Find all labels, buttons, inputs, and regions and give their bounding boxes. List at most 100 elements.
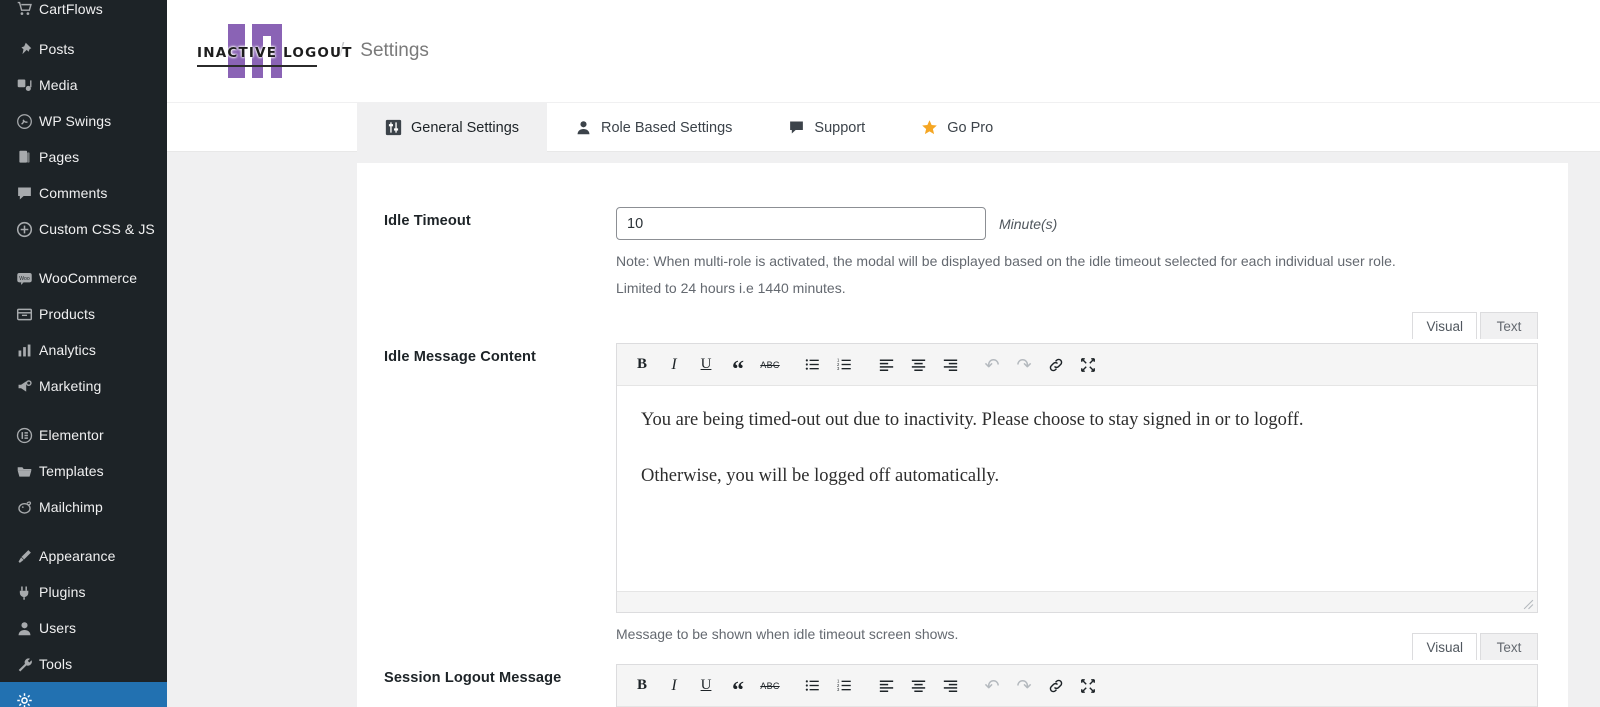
sidebar-item-analytics[interactable]: Analytics [0, 332, 167, 368]
sidebar-item-label: Mailchimp [39, 499, 103, 515]
redo-icon-glyph: ↷ [1016, 354, 1032, 375]
italic-icon-glyph: I [671, 676, 677, 694]
sidebar-item-users[interactable]: Users [0, 610, 167, 646]
mailchimp-icon [9, 499, 39, 516]
redo-icon[interactable]: ↷ [1009, 350, 1039, 380]
numbered-list-icon[interactable]: 123 [829, 350, 859, 380]
sidebar-item-custom-css-js[interactable]: Custom CSS & JS [0, 211, 167, 247]
bulleted-list-icon[interactable] [797, 671, 827, 701]
italic-icon[interactable]: I [659, 350, 689, 380]
sidebar-item-products[interactable]: Products [0, 296, 167, 332]
sidebar-item-comments[interactable]: Comments [0, 175, 167, 211]
align-right-icon[interactable] [935, 350, 965, 380]
tab-go-pro[interactable]: Go Pro [893, 103, 1021, 152]
numbered-list-icon[interactable]: 123 [829, 671, 859, 701]
idle-message-editor-content[interactable]: You are being timed-out out due to inact… [617, 386, 1537, 592]
blockquote-icon[interactable]: “ [723, 350, 753, 382]
logo-wordmark: INACTIVE LOGOUT [197, 45, 353, 61]
link-icon[interactable] [1041, 671, 1071, 701]
sidebar-item-label: Analytics [39, 342, 96, 358]
strikethrough-icon[interactable]: ABC [755, 671, 785, 701]
undo-icon[interactable]: ↶ [977, 350, 1007, 380]
sidebar-item-woocommerce[interactable]: Woo WooCommerce [0, 260, 167, 296]
idle-message-content-label: Idle Message Content [384, 349, 537, 366]
tab-label: General Settings [411, 119, 520, 136]
sidebar-item-plugins[interactable]: Plugins [0, 574, 167, 610]
sidebar-item-media[interactable]: Media [0, 67, 167, 103]
sidebar-item-label: Elementor [39, 427, 104, 443]
underline-icon[interactable]: U [691, 350, 721, 380]
align-center-icon[interactable] [903, 671, 933, 701]
sidebar-item-appearance[interactable]: Appearance [0, 538, 167, 574]
italic-icon-glyph: I [671, 355, 677, 373]
sidebar-item-templates[interactable]: Templates [0, 453, 167, 489]
idle-message-editor-toolbar: B I U “ ABC 1 2 3 ↶ ↷ [617, 344, 1537, 387]
tab-role-based-settings[interactable]: Role Based Settings [547, 103, 760, 152]
svg-text:3: 3 [837, 367, 840, 372]
sidebar-item-wp-swings[interactable]: WP Swings [0, 103, 167, 139]
session-logout-visual-tab[interactable]: Visual [1412, 633, 1477, 661]
idle-message-paragraph-1: You are being timed-out out due to inact… [641, 410, 1304, 431]
sidebar-item-marketing[interactable]: Marketing [0, 368, 167, 404]
fullscreen-icon[interactable] [1073, 671, 1103, 701]
redo-icon[interactable]: ↷ [1009, 671, 1039, 701]
field-session-logout-message: Session Logout Message Visual Text B I U “ A… [357, 633, 1568, 707]
sidebar-item-item[interactable] [0, 682, 167, 707]
sidebar-item-pages[interactable]: Pages [0, 139, 167, 175]
idle-message-text-tab[interactable]: Text [1480, 312, 1538, 340]
field-idle-message-content: Idle Message Content Visual Text B I U “ ABC… [357, 312, 1568, 642]
settings-icon [9, 692, 39, 707]
tab-label: Go Pro [947, 119, 994, 136]
align-center-icon[interactable] [903, 350, 933, 380]
breadcrumb: INACTIVE LOGOUT / Settings [197, 18, 429, 84]
sidebar-item-mailchimp[interactable]: Mailchimp [0, 489, 167, 525]
strikethrough-icon[interactable]: ABC [755, 350, 785, 380]
wordpress-admin-screen: CartFlows Posts Media WP Swings Pages Comment… [0, 0, 1600, 707]
sidebar-item-posts[interactable]: Posts [0, 31, 167, 67]
idle-message-visual-tab[interactable]: Visual [1412, 312, 1477, 340]
comment-icon [788, 119, 805, 136]
link-icon[interactable] [1041, 350, 1071, 380]
idle-message-paragraph-2: Otherwise, you will be logged off automa… [641, 466, 1000, 487]
align-left-icon[interactable] [871, 671, 901, 701]
tab-general-settings[interactable]: General Settings [357, 103, 548, 152]
woo-icon: Woo [9, 270, 39, 287]
italic-icon[interactable]: I [659, 671, 689, 701]
idle-message-editor: Visual Text B I U “ ABC 1 2 3 ↶ ↷ You are being t… [616, 312, 1538, 642]
align-left-icon[interactable] [871, 350, 901, 380]
idle-timeout-input[interactable] [616, 207, 986, 240]
sidebar-item-label: Templates [39, 463, 104, 479]
bold-icon[interactable]: B [627, 350, 657, 380]
pin-icon [9, 41, 39, 58]
resize-handle-icon[interactable] [1523, 599, 1534, 610]
sidebar-separator [0, 247, 167, 260]
bold-icon[interactable]: B [627, 671, 657, 701]
fullscreen-icon[interactable] [1073, 350, 1103, 380]
wrench-icon [9, 656, 39, 673]
sidebar-item-label: Tools [39, 656, 73, 672]
idle-message-editor-mode-tabs: Visual Text [1412, 312, 1538, 340]
settings-tabs: General Settings Role Based Settings Suppo… [167, 103, 1600, 152]
inactive-logout-logo: INACTIVE LOGOUT [197, 18, 351, 84]
plus-circle-icon [9, 221, 39, 238]
undo-icon-glyph: ↶ [984, 675, 1000, 696]
sidebar-item-label: Custom CSS & JS [39, 221, 155, 237]
wp-swings-icon [9, 113, 39, 130]
tab-support[interactable]: Support [760, 103, 893, 152]
undo-icon[interactable]: ↶ [977, 671, 1007, 701]
sidebar-item-cartflows[interactable]: CartFlows [0, 0, 167, 18]
session-logout-editor: Visual Text B I U “ ABC 1 2 3 ↶ ↷ [616, 633, 1538, 707]
sidebar-separator [0, 18, 167, 31]
pages-icon [9, 149, 39, 166]
blockquote-icon[interactable]: “ [723, 671, 753, 703]
products-icon [9, 306, 39, 323]
bulleted-list-icon[interactable] [797, 350, 827, 380]
breadcrumb-current-page: Settings [360, 40, 429, 61]
sidebar-item-label: Users [39, 620, 77, 636]
sidebar-item-elementor[interactable]: Elementor [0, 417, 167, 453]
sidebar-item-tools[interactable]: Tools [0, 646, 167, 682]
align-right-icon[interactable] [935, 671, 965, 701]
session-logout-text-tab[interactable]: Text [1480, 633, 1538, 661]
underline-icon[interactable]: U [691, 671, 721, 701]
svg-text:Woo: Woo [19, 275, 30, 281]
